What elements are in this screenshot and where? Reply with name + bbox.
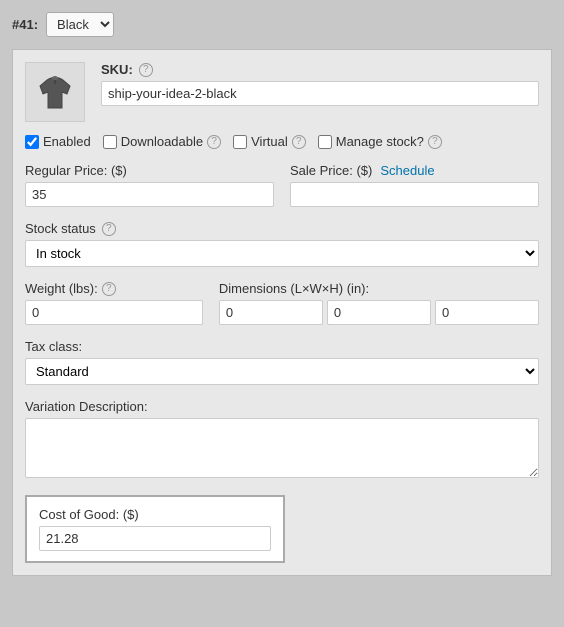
dim-inputs <box>219 300 539 325</box>
virtual-help-icon[interactable]: ? <box>292 135 306 149</box>
tax-class-label: Tax class: <box>25 339 539 354</box>
variation-card: SKU: ? Enabled Downloadable ? Virtual ? <box>12 49 552 576</box>
manage-stock-checkbox-item: Manage stock? ? <box>318 134 442 149</box>
regular-price-label: Regular Price: ($) <box>25 163 274 178</box>
downloadable-checkbox[interactable] <box>103 135 117 149</box>
variation-description-textarea[interactable] <box>25 418 539 478</box>
header-row: #41: Black Blue Red White <box>12 12 552 37</box>
downloadable-checkbox-item: Downloadable ? <box>103 134 221 149</box>
dimensions-label: Dimensions (L×W×H) (in): <box>219 281 539 296</box>
tax-class-select[interactable]: Standard Reduced rate Zero rate <box>25 358 539 385</box>
variation-description-row: Variation Description: <box>25 399 539 481</box>
cost-of-good-input[interactable] <box>39 526 271 551</box>
downloadable-help-icon[interactable]: ? <box>207 135 221 149</box>
tax-class-row: Tax class: Standard Reduced rate Zero ra… <box>25 339 539 385</box>
stock-status-help-icon[interactable]: ? <box>102 222 116 236</box>
stock-status-select[interactable]: In stock Out of stock On backorder <box>25 240 539 267</box>
enabled-checkbox-item: Enabled <box>25 134 91 149</box>
product-image <box>25 62 85 122</box>
enabled-label: Enabled <box>43 134 91 149</box>
dimension-width-input[interactable] <box>327 300 431 325</box>
top-section: SKU: ? <box>25 62 539 122</box>
page-container: #41: Black Blue Red White SKU: ? <box>0 0 564 627</box>
checkboxes-row: Enabled Downloadable ? Virtual ? Manage … <box>25 134 539 149</box>
manage-stock-label: Manage stock? <box>336 134 424 149</box>
manage-stock-help-icon[interactable]: ? <box>428 135 442 149</box>
variation-number: #41: <box>12 17 38 32</box>
cost-of-good-label: Cost of Good: ($) <box>39 507 271 522</box>
dimensions-group: Dimensions (L×W×H) (in): <box>219 281 539 325</box>
weight-help-icon[interactable]: ? <box>102 282 116 296</box>
virtual-checkbox-item: Virtual ? <box>233 134 306 149</box>
regular-price-group: Regular Price: ($) <box>25 163 274 207</box>
sku-section: SKU: ? <box>101 62 539 122</box>
cost-of-good-section: Cost of Good: ($) <box>25 495 285 563</box>
dimension-height-input[interactable] <box>435 300 539 325</box>
prices-row: Regular Price: ($) Sale Price: ($) Sched… <box>25 163 539 207</box>
stock-status-label: Stock status <box>25 221 96 236</box>
dimension-length-input[interactable] <box>219 300 323 325</box>
hoodie-icon <box>35 72 75 112</box>
variation-select[interactable]: Black Blue Red White <box>46 12 114 37</box>
regular-price-input[interactable] <box>25 182 274 207</box>
virtual-label: Virtual <box>251 134 288 149</box>
weight-group: Weight (lbs): ? <box>25 281 203 325</box>
stock-status-row: Stock status ? In stock Out of stock On … <box>25 221 539 267</box>
enabled-checkbox[interactable] <box>25 135 39 149</box>
sale-price-group: Sale Price: ($) Schedule <box>290 163 539 207</box>
sku-label-row: SKU: ? <box>101 62 539 77</box>
manage-stock-checkbox[interactable] <box>318 135 332 149</box>
sku-label: SKU: <box>101 62 133 77</box>
virtual-checkbox[interactable] <box>233 135 247 149</box>
weight-label: Weight (lbs): <box>25 281 98 296</box>
weight-dimensions-row: Weight (lbs): ? Dimensions (L×W×H) (in): <box>25 281 539 325</box>
sale-price-input[interactable] <box>290 182 539 207</box>
downloadable-label: Downloadable <box>121 134 203 149</box>
sku-help-icon[interactable]: ? <box>139 63 153 77</box>
sale-price-label: Sale Price: ($) Schedule <box>290 163 539 178</box>
variation-description-label: Variation Description: <box>25 399 539 414</box>
sku-input[interactable] <box>101 81 539 106</box>
schedule-link[interactable]: Schedule <box>380 163 434 178</box>
weight-input[interactable] <box>25 300 203 325</box>
